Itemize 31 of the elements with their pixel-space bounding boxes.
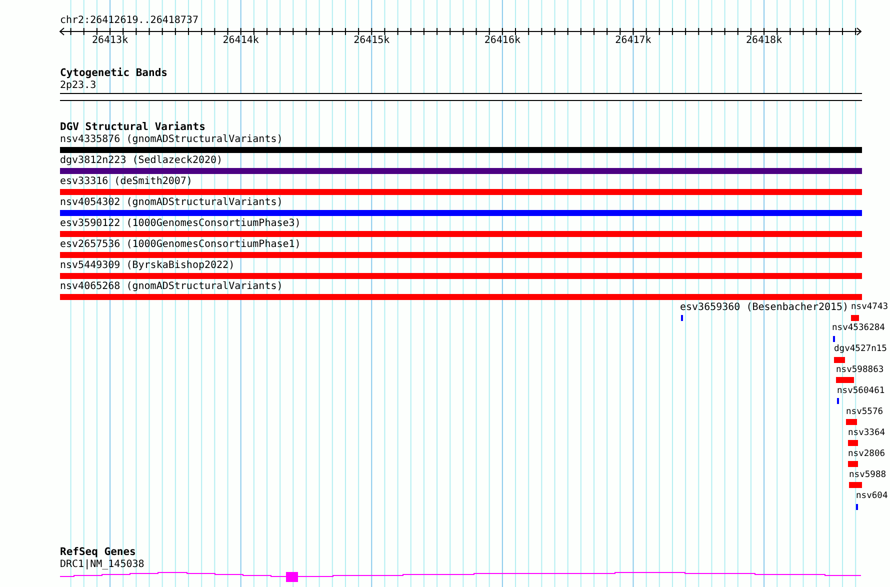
- variant-label: nsv4054302 (gnomADStructuralVariants): [60, 197, 283, 208]
- variant-label: nsv4536284: [832, 323, 885, 334]
- variant-label: nsv2806: [848, 449, 886, 460]
- variant-label: nsv4335876 (gnomADStructuralVariants): [60, 134, 283, 145]
- region-label: chr2:26412619..26418737: [60, 15, 198, 26]
- variant-label: esv3590122 (1000GenomesConsortiumPhase3): [60, 218, 301, 229]
- variant-label: nsv5449309 (ByrskaBishop2022): [60, 260, 235, 271]
- variant-label: esv3659360 (Besenbacher2015): [680, 302, 849, 313]
- variant-label: nsv5988: [849, 470, 886, 481]
- ruler-tick-label: 26417k: [615, 35, 652, 46]
- variant-label: dgv4527n15: [834, 344, 887, 355]
- variant-label: nsv4065268 (gnomADStructuralVariants): [60, 281, 283, 292]
- variant-label: nsv5576: [846, 407, 884, 418]
- variant-label: nsv560461: [837, 386, 885, 397]
- ruler-tick-label: 26413k: [92, 35, 128, 46]
- track-title: DGV Structural Variants: [60, 121, 206, 133]
- variant-label: nsv4743: [851, 302, 888, 313]
- ruler-tick-label: 26414k: [222, 35, 259, 46]
- variant-label: nsv604: [856, 491, 888, 502]
- variant-label: esv33316 (deSmith2007): [60, 176, 192, 187]
- variant-label: esv2657536 (1000GenomesConsortiumPhase1): [60, 239, 301, 250]
- variant-label: dgv3812n223 (Sedlazeck2020): [60, 155, 223, 166]
- variant-label: nsv598863: [836, 365, 884, 376]
- ruler-tick-label: 26415k: [354, 35, 390, 46]
- ruler-tick-label: 26416k: [484, 35, 520, 46]
- track-title: Cytogenetic Bands: [60, 67, 168, 79]
- ruler-tick-label: 26418k: [746, 35, 782, 46]
- track-title: RefSeq Genes: [60, 546, 136, 558]
- band-label: 2p23.3: [60, 80, 96, 91]
- variant-label: nsv3364: [848, 428, 886, 439]
- gene-label: DRC1|NM_145038: [60, 559, 144, 570]
